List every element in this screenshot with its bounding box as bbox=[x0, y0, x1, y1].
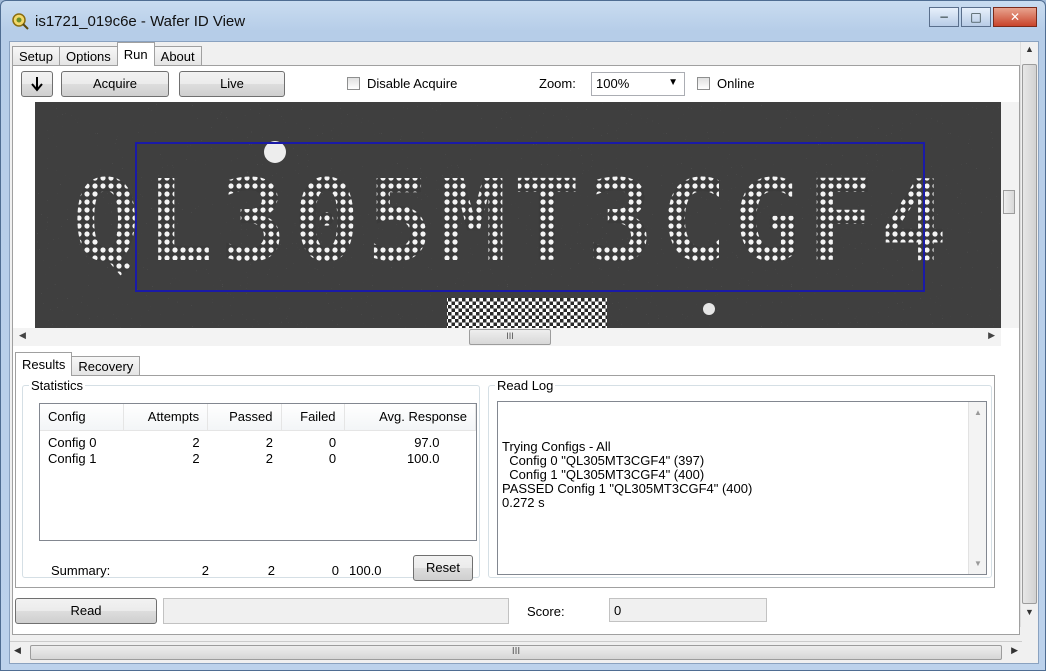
failed-cell: 0 bbox=[328, 435, 337, 450]
summary-attempts: 2 bbox=[201, 563, 209, 578]
online-checkbox[interactable]: Online bbox=[697, 76, 755, 91]
score-value: 0 bbox=[609, 598, 767, 622]
window-title: is1721_019c6e - Wafer ID View bbox=[35, 12, 246, 30]
disable-acquire-label: Disable Acquire bbox=[367, 76, 458, 91]
tab-run[interactable]: Run bbox=[116, 42, 155, 66]
score-label: Score: bbox=[527, 604, 565, 619]
scroll-down-icon[interactable]: ▼ bbox=[974, 559, 982, 568]
viewer-horizontal-scrollbar[interactable]: ◀ III ▶ bbox=[13, 328, 1001, 346]
column-header-passed[interactable]: Passed bbox=[207, 404, 282, 431]
scroll-up-icon[interactable]: ▲ bbox=[1021, 44, 1038, 62]
tab-results[interactable]: Results bbox=[15, 352, 73, 376]
acquire-button[interactable]: Acquire bbox=[61, 71, 169, 97]
scroll-right-icon[interactable]: ▶ bbox=[988, 330, 995, 341]
column-header-failed[interactable]: Failed bbox=[281, 404, 345, 431]
avg-response-cell: 97.0 bbox=[414, 435, 440, 450]
app-window: is1721_019c6e - Wafer ID View − □ ✕ Setu… bbox=[0, 0, 1046, 671]
tab-setup[interactable]: Setup bbox=[12, 46, 60, 66]
zoom-value: 100% bbox=[596, 76, 630, 91]
failed-cell: 0 bbox=[328, 451, 337, 466]
reset-button[interactable]: Reset bbox=[413, 555, 473, 581]
avg-response-cell: 100.0 bbox=[406, 451, 440, 466]
statistics-group: Statistics Config Attempts Passed Failed… bbox=[22, 378, 480, 581]
config-cell: Config 1 bbox=[48, 451, 97, 466]
log-line: Trying Configs - All bbox=[502, 439, 611, 454]
arrow-down-icon bbox=[31, 77, 43, 92]
passed-cell: 2 bbox=[265, 451, 273, 466]
table-header-row: Config Attempts Passed Failed Avg. Respo… bbox=[40, 404, 477, 431]
tab-options[interactable]: Options bbox=[58, 46, 118, 66]
scroll-up-icon[interactable]: ▲ bbox=[974, 408, 982, 417]
maximize-button[interactable]: □ bbox=[961, 7, 991, 27]
statistics-legend: Statistics bbox=[31, 378, 84, 393]
table-row[interactable]: Config 1 2 2 0 100.0 bbox=[40, 450, 476, 466]
read-log-legend: Read Log bbox=[497, 378, 554, 393]
results-tabs: Results Recovery bbox=[15, 352, 141, 376]
log-scrollbar[interactable]: ▲ ▼ bbox=[968, 402, 986, 574]
summary-avg-response: 100.0 bbox=[349, 563, 382, 578]
read-log-group: Read Log Trying Configs - All Config 0 "… bbox=[488, 378, 992, 578]
wafer-image: QL305MT3CGF4 bbox=[35, 102, 1001, 328]
status-field bbox=[163, 598, 509, 624]
column-header-avg-response[interactable]: Avg. Response bbox=[344, 404, 477, 431]
image-viewer[interactable]: QL305MT3CGF4 ◀ III ▶ bbox=[13, 102, 1019, 346]
download-button[interactable] bbox=[21, 71, 53, 97]
2d-code-mark bbox=[447, 298, 607, 328]
summary-failed: 0 bbox=[331, 563, 339, 578]
summary-passed: 2 bbox=[267, 563, 275, 578]
scroll-thumb[interactable]: III bbox=[469, 329, 551, 345]
disable-acquire-checkbox[interactable]: Disable Acquire bbox=[347, 76, 457, 91]
wafer-id-app-icon bbox=[12, 13, 29, 30]
scroll-down-icon[interactable]: ▼ bbox=[1021, 607, 1038, 625]
live-button[interactable]: Live bbox=[179, 71, 285, 97]
log-line: PASSED Config 1 "QL305MT3CGF4" (400) bbox=[502, 481, 753, 496]
checkbox-box[interactable] bbox=[347, 77, 360, 90]
run-toolbar: Acquire Live Disable Acquire Zoom: 100% … bbox=[21, 70, 981, 98]
statistics-table[interactable]: Config Attempts Passed Failed Avg. Respo… bbox=[39, 403, 477, 541]
client-area: Setup Options Run About Acquire Live Dis… bbox=[9, 41, 1039, 664]
zoom-label: Zoom: bbox=[539, 76, 576, 91]
checkbox-box[interactable] bbox=[697, 77, 710, 90]
tab-recovery[interactable]: Recovery bbox=[71, 356, 141, 376]
table-row[interactable]: Config 0 2 2 0 97.0 bbox=[40, 434, 476, 450]
run-tab-panel: Acquire Live Disable Acquire Zoom: 100% … bbox=[12, 65, 1020, 635]
tab-about[interactable]: About bbox=[153, 46, 202, 66]
close-button[interactable]: ✕ bbox=[993, 7, 1037, 27]
passed-cell: 2 bbox=[265, 435, 273, 450]
scroll-thumb[interactable] bbox=[1003, 190, 1015, 214]
online-label: Online bbox=[717, 76, 755, 91]
read-log-textbox[interactable]: Trying Configs - All Config 0 "QL305MT3C… bbox=[497, 401, 987, 575]
scroll-left-icon[interactable]: ◀ bbox=[19, 330, 26, 341]
read-button[interactable]: Read bbox=[15, 598, 157, 624]
window-horizontal-scrollbar[interactable]: ◀ III ▶ bbox=[10, 641, 1022, 663]
minimize-button[interactable]: − bbox=[929, 7, 959, 27]
window-controls: − □ ✕ bbox=[927, 7, 1037, 27]
log-line: 0.272 s bbox=[502, 495, 545, 510]
scroll-right-icon[interactable]: ▶ bbox=[1011, 645, 1018, 656]
log-line: Config 0 "QL305MT3CGF4" (397) bbox=[502, 453, 705, 468]
window-vertical-scrollbar[interactable]: ▲ ▼ bbox=[1020, 42, 1038, 627]
column-header-config[interactable]: Config bbox=[40, 404, 125, 431]
summary-label: Summary: bbox=[51, 563, 111, 578]
wafer-id-text: QL305MT3CGF4 bbox=[72, 157, 953, 287]
attempts-cell: 2 bbox=[192, 435, 200, 450]
title-bar[interactable]: is1721_019c6e - Wafer ID View − □ ✕ bbox=[1, 1, 1045, 41]
scroll-left-icon[interactable]: ◀ bbox=[14, 645, 21, 656]
zoom-select[interactable]: 100% ▼ bbox=[591, 72, 685, 96]
main-tabs: Setup Options Run About bbox=[12, 42, 202, 66]
chevron-down-icon: ▼ bbox=[668, 77, 678, 88]
viewer-vertical-scrollbar[interactable] bbox=[1001, 102, 1019, 328]
scroll-thumb[interactable] bbox=[1022, 64, 1037, 604]
log-line: Config 1 "QL305MT3CGF4" (400) bbox=[502, 467, 705, 482]
results-panel: Statistics Config Attempts Passed Failed… bbox=[15, 375, 995, 588]
config-cell: Config 0 bbox=[48, 435, 97, 450]
attempts-cell: 2 bbox=[192, 451, 200, 466]
scroll-thumb[interactable]: III bbox=[30, 645, 1002, 660]
column-header-attempts[interactable]: Attempts bbox=[123, 404, 209, 431]
